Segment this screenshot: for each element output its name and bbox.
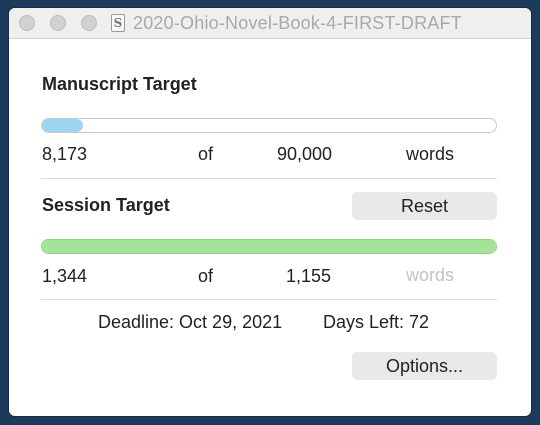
divider bbox=[41, 299, 497, 300]
manuscript-target-heading: Manuscript Target bbox=[42, 74, 197, 94]
manuscript-current-words: 8,173 bbox=[42, 144, 88, 164]
manuscript-of-label: of bbox=[198, 144, 214, 164]
session-current-words: 1,344 bbox=[42, 266, 88, 286]
reset-button[interactable]: Reset bbox=[352, 192, 497, 220]
days-left-text: Days Left: 72 bbox=[323, 312, 430, 332]
session-progress-bar bbox=[41, 239, 497, 254]
session-target-heading: Session Target bbox=[42, 195, 170, 215]
session-unit-label: words bbox=[406, 265, 455, 285]
divider bbox=[41, 178, 497, 179]
project-targets-window: S 2020-Ohio-Novel-Book-4-FIRST-DRAFT Man… bbox=[9, 8, 531, 416]
title-bar[interactable]: S 2020-Ohio-Novel-Book-4-FIRST-DRAFT bbox=[9, 8, 531, 39]
session-of-label: of bbox=[198, 266, 214, 286]
deadline-text: Deadline: Oct 29, 2021 bbox=[98, 312, 283, 332]
minimize-window-button[interactable] bbox=[50, 15, 66, 31]
close-window-button[interactable] bbox=[19, 15, 35, 31]
manuscript-unit-label: words bbox=[406, 144, 455, 164]
options-button[interactable]: Options... bbox=[352, 352, 497, 380]
document-icon: S bbox=[111, 14, 125, 32]
manuscript-target-words: 90,000 bbox=[277, 144, 333, 164]
session-progress-fill bbox=[42, 240, 496, 253]
manuscript-progress-bar bbox=[41, 118, 497, 133]
window-title: 2020-Ohio-Novel-Book-4-FIRST-DRAFT bbox=[133, 13, 462, 33]
manuscript-progress-fill bbox=[42, 119, 84, 132]
zoom-window-button[interactable] bbox=[81, 15, 97, 31]
session-target-words: 1,155 bbox=[286, 266, 332, 286]
